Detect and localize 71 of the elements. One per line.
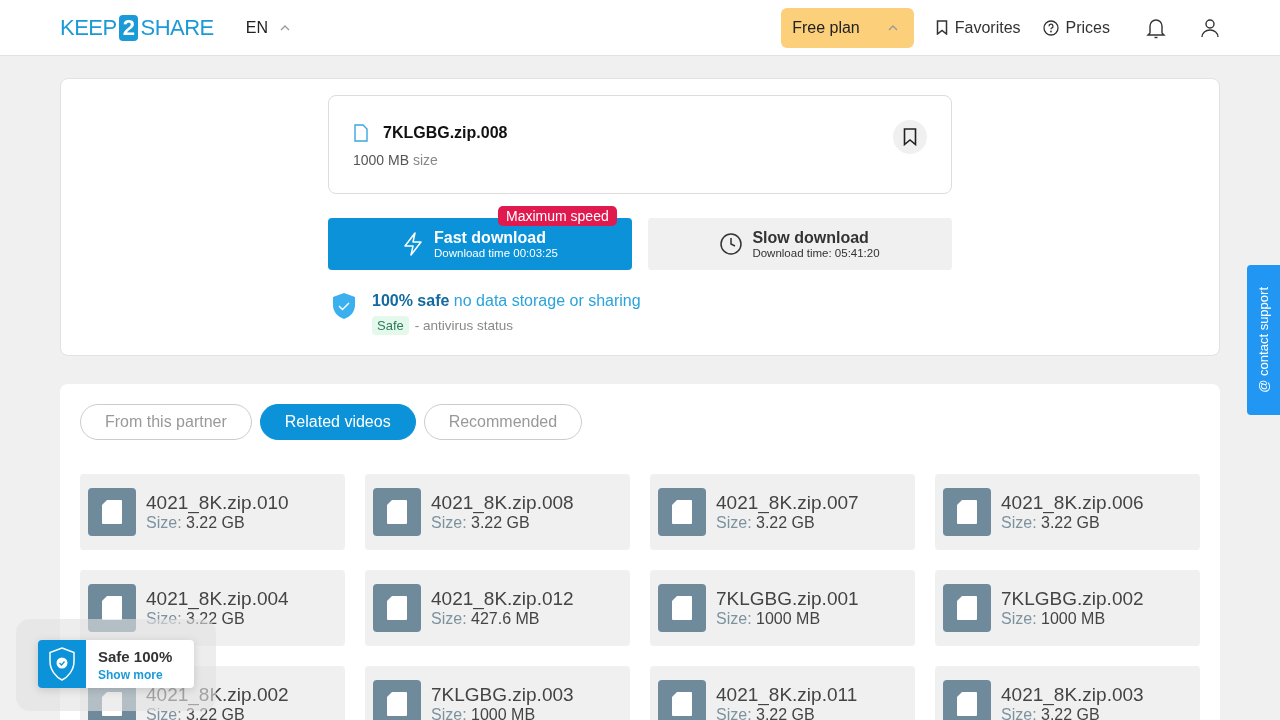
file-icon [658, 488, 706, 536]
slow-download-button[interactable]: Slow download Download time: 05:41:20 [648, 218, 952, 270]
file-size: Size: 3.22 GB [716, 706, 816, 720]
file-icon [373, 488, 421, 536]
file-card[interactable]: 4021_8K.zip.008 Size: 3.22 GB [365, 474, 630, 550]
file-size: Size: 3.22 GB [146, 514, 246, 532]
file-name: 4021_8K.zip.008 [431, 492, 574, 514]
chevron-up-icon [280, 24, 290, 31]
language-selector[interactable]: EN [239, 17, 296, 38]
bell-icon[interactable] [1146, 16, 1166, 39]
file-icon [373, 584, 421, 632]
file-card[interactable]: 4021_8K.zip.010 Size: 3.22 GB [80, 474, 345, 550]
safe-title: Safe 100% [98, 648, 173, 665]
safe-toast[interactable]: Safe 100% Show more [38, 640, 194, 688]
file-size: Size: 3.22 GB [1001, 514, 1101, 532]
file-icon [658, 680, 706, 720]
file-name: 4021_8K.zip.006 [1001, 492, 1144, 514]
file-name: 7KLGBG.zip.001 [716, 588, 859, 610]
file-size: Size: 3.22 GB [1001, 706, 1101, 720]
file-card[interactable]: 4021_8K.zip.007 Size: 3.22 GB [650, 474, 915, 550]
status-tag: Safe [372, 316, 409, 335]
file-size: Size: 427.6 MB [431, 610, 541, 628]
file-icon [353, 124, 369, 142]
file-size: Size: 3.22 GB [716, 514, 816, 532]
file-name: 7KLGBG.zip.003 [431, 684, 574, 706]
speed-badge: Maximum speed [498, 206, 617, 226]
file-name: 4021_8K.zip.011 [716, 684, 858, 706]
file-card[interactable]: 7KLGBG.zip.001 Size: 1000 MB [650, 570, 915, 646]
file-card[interactable]: 4021_8K.zip.006 Size: 3.22 GB [935, 474, 1200, 550]
file-size: Size: 3.22 GB [146, 706, 246, 720]
prices-link[interactable]: Prices [1042, 18, 1110, 37]
file-icon [943, 488, 991, 536]
favorites-link[interactable]: Favorites [935, 18, 1021, 37]
chevron-up-icon [887, 24, 898, 31]
bookmark-icon [903, 128, 917, 146]
file-size: Size: 1000 MB [431, 706, 537, 720]
clock-icon [720, 233, 743, 255]
file-name: 7KLGBG.zip.002 [1001, 588, 1144, 610]
file-card[interactable]: 4021_8K.zip.004 Size: 3.22 GB [80, 570, 345, 646]
file-size: Size: 1000 MB [1001, 610, 1107, 628]
file-icon [373, 680, 421, 720]
file-card[interactable]: 4021_8K.zip.011 Size: 3.22 GB [650, 666, 915, 720]
user-icon[interactable] [1200, 17, 1220, 38]
file-name: 4021_8K.zip.010 [146, 492, 289, 514]
file-name: 4021_8K.zip.003 [1001, 684, 1144, 706]
status-note: - antivirus status [414, 318, 514, 333]
file-size: 1000 MB size [353, 152, 439, 168]
file-name: 4021_8K.zip.012 [431, 588, 574, 610]
bookmark-icon [935, 20, 948, 35]
bookmark-button[interactable] [893, 120, 927, 154]
file-icon [88, 584, 136, 632]
help-icon [1042, 19, 1059, 36]
file-name: 4021_8K.zip.007 [716, 492, 859, 514]
file-card[interactable]: 7KLGBG.zip.003 Size: 1000 MB [365, 666, 630, 720]
file-size: Size: 3.22 GB [431, 514, 531, 532]
file-icon [943, 584, 991, 632]
safety-text: 100% safe no data storage or sharing [372, 292, 641, 310]
file-card[interactable]: 4021_8K.zip.003 Size: 3.22 GB [935, 666, 1200, 720]
file-name: 7KLGBG.zip.008 [383, 124, 508, 142]
shield-check-icon [48, 647, 76, 681]
file-card[interactable]: 4021_8K.zip.012 Size: 427.6 MB [365, 570, 630, 646]
shield-check-icon [332, 292, 356, 320]
file-icon [88, 488, 136, 536]
file-name: 4021_8K.zip.004 [146, 588, 289, 610]
file-icon [943, 680, 991, 720]
lightning-icon [402, 232, 424, 256]
file-size: Size: 3.22 GB [146, 610, 246, 628]
file-size: Size: 1000 MB [716, 610, 822, 628]
file-icon [658, 584, 706, 632]
file-card[interactable]: 7KLGBG.zip.002 Size: 1000 MB [935, 570, 1200, 646]
plan-dropdown[interactable]: Free plan [781, 7, 914, 48]
